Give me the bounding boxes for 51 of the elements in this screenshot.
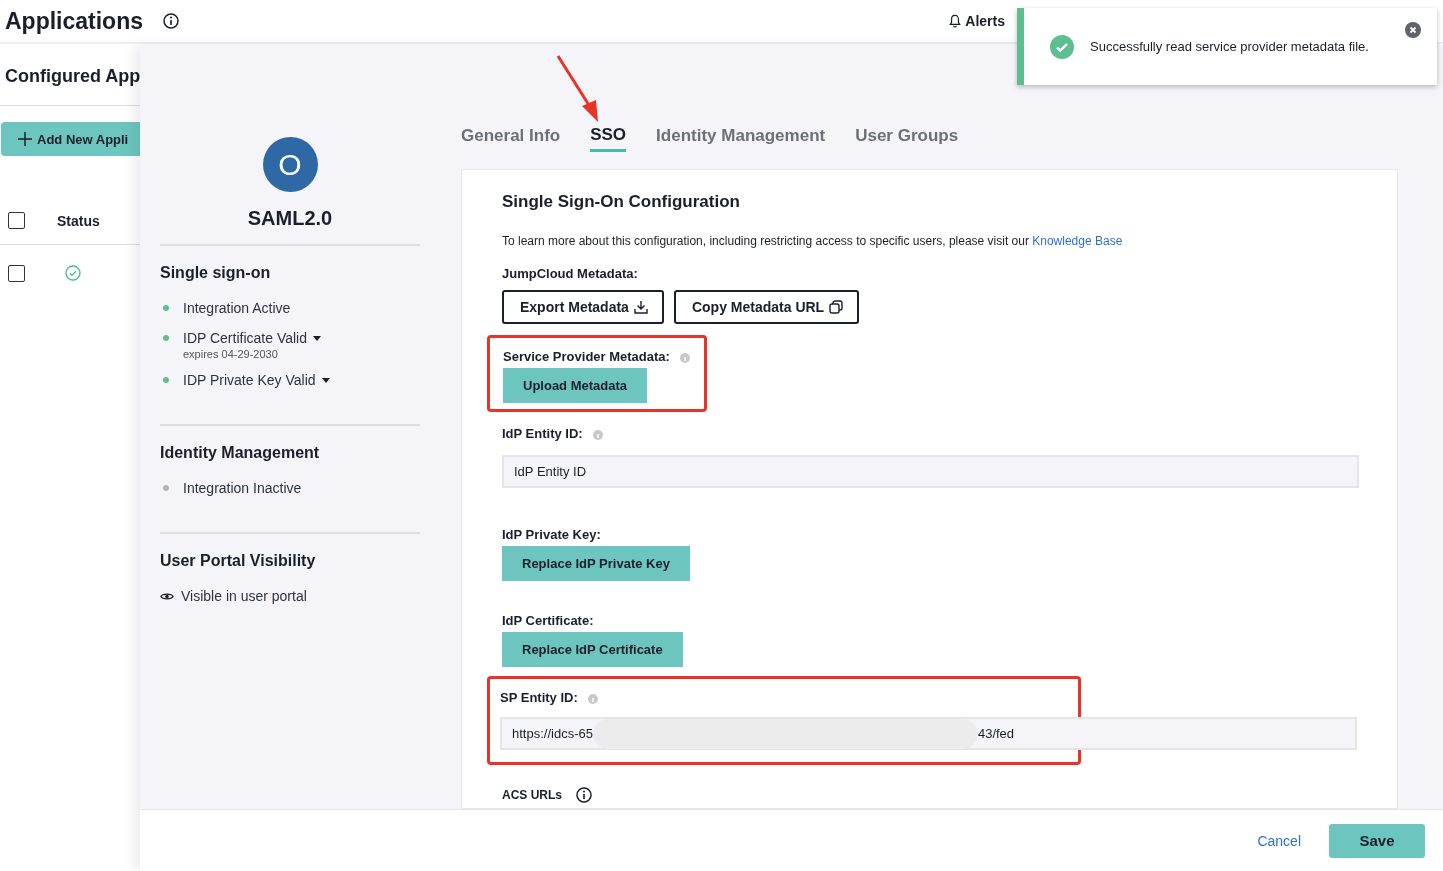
expiry-note: expires 04-29-2030 [183, 348, 279, 360]
cancel-link[interactable]: Cancel [1257, 832, 1301, 849]
caret-icon[interactable] [321, 377, 330, 383]
copy-url-button[interactable]: Copy Metadata URL [673, 290, 860, 324]
field-label: IdP Certificate: [502, 613, 595, 628]
alerts-button[interactable]: Alerts [949, 13, 1005, 29]
tab[interactable]: Identity Management [656, 124, 826, 152]
status-label: Integration Active [183, 300, 291, 316]
knowledge-base-link[interactable]: Knowledge Base [1032, 234, 1123, 248]
section-heading: Identity Management [160, 444, 321, 462]
page-title: Applications [5, 7, 143, 35]
tab[interactable]: SSO [590, 124, 627, 152]
info-icon[interactable] [576, 787, 592, 803]
status-label: Integration Inactive [183, 480, 302, 496]
card-title: Single Sign-On Configuration [502, 192, 741, 212]
eye-icon [160, 591, 174, 601]
idp-entity-id-field[interactable]: IdP Entity ID [502, 455, 1359, 488]
download-icon [633, 300, 648, 314]
save-button[interactable]: Save [1329, 823, 1425, 858]
status-label: IDP Certificate Valid [183, 330, 307, 346]
plus-icon [18, 132, 32, 146]
copy-icon [829, 300, 844, 314]
export-metadata-button[interactable]: Export Metadata [502, 290, 664, 324]
section-heading: User Portal Visibility [160, 552, 317, 570]
status-label: Visible in user portal [181, 588, 307, 604]
field-label: IdP Entity ID: [502, 426, 583, 441]
replace-private-key-button[interactable]: Replace IdP Private Key [502, 546, 690, 581]
status-label: IDP Private Key Valid [183, 372, 316, 388]
field-label: SP Entity ID: [500, 690, 578, 705]
section-heading: Single sign-on [160, 264, 272, 282]
check-circle-icon [1050, 34, 1074, 59]
field-label: IdP Private Key: [502, 527, 602, 542]
close-icon[interactable] [1405, 22, 1421, 38]
info-icon[interactable] [163, 13, 179, 29]
replace-certificate-button[interactable]: Replace IdP Certificate [502, 632, 683, 667]
checkbox[interactable] [8, 212, 25, 229]
column-header: Status [57, 212, 100, 229]
field-label: ACS URLs [502, 788, 562, 802]
checkbox[interactable] [8, 264, 25, 282]
tab[interactable]: User Groups [855, 124, 959, 152]
field-label: Service Provider Metadata: [503, 349, 670, 364]
field-label: JumpCloud Metadata: [502, 266, 639, 281]
bell-icon [949, 14, 962, 28]
caret-icon[interactable] [313, 335, 321, 341]
app-avatar: O [262, 137, 318, 192]
intro-text: To learn more about this configuration, including restricting access to specific users, please visit our Knowledge Base [502, 234, 1124, 248]
app-name: SAML2.0 [247, 207, 333, 231]
upload-metadata-button[interactable]: Upload Metadata [503, 368, 647, 403]
sp-entity-id-field[interactable]: https://idcs-65 43/fed [500, 717, 1357, 750]
tab[interactable]: General Info [461, 124, 561, 152]
toast-message: Successfully read service provider metadata file. [1090, 39, 1369, 54]
